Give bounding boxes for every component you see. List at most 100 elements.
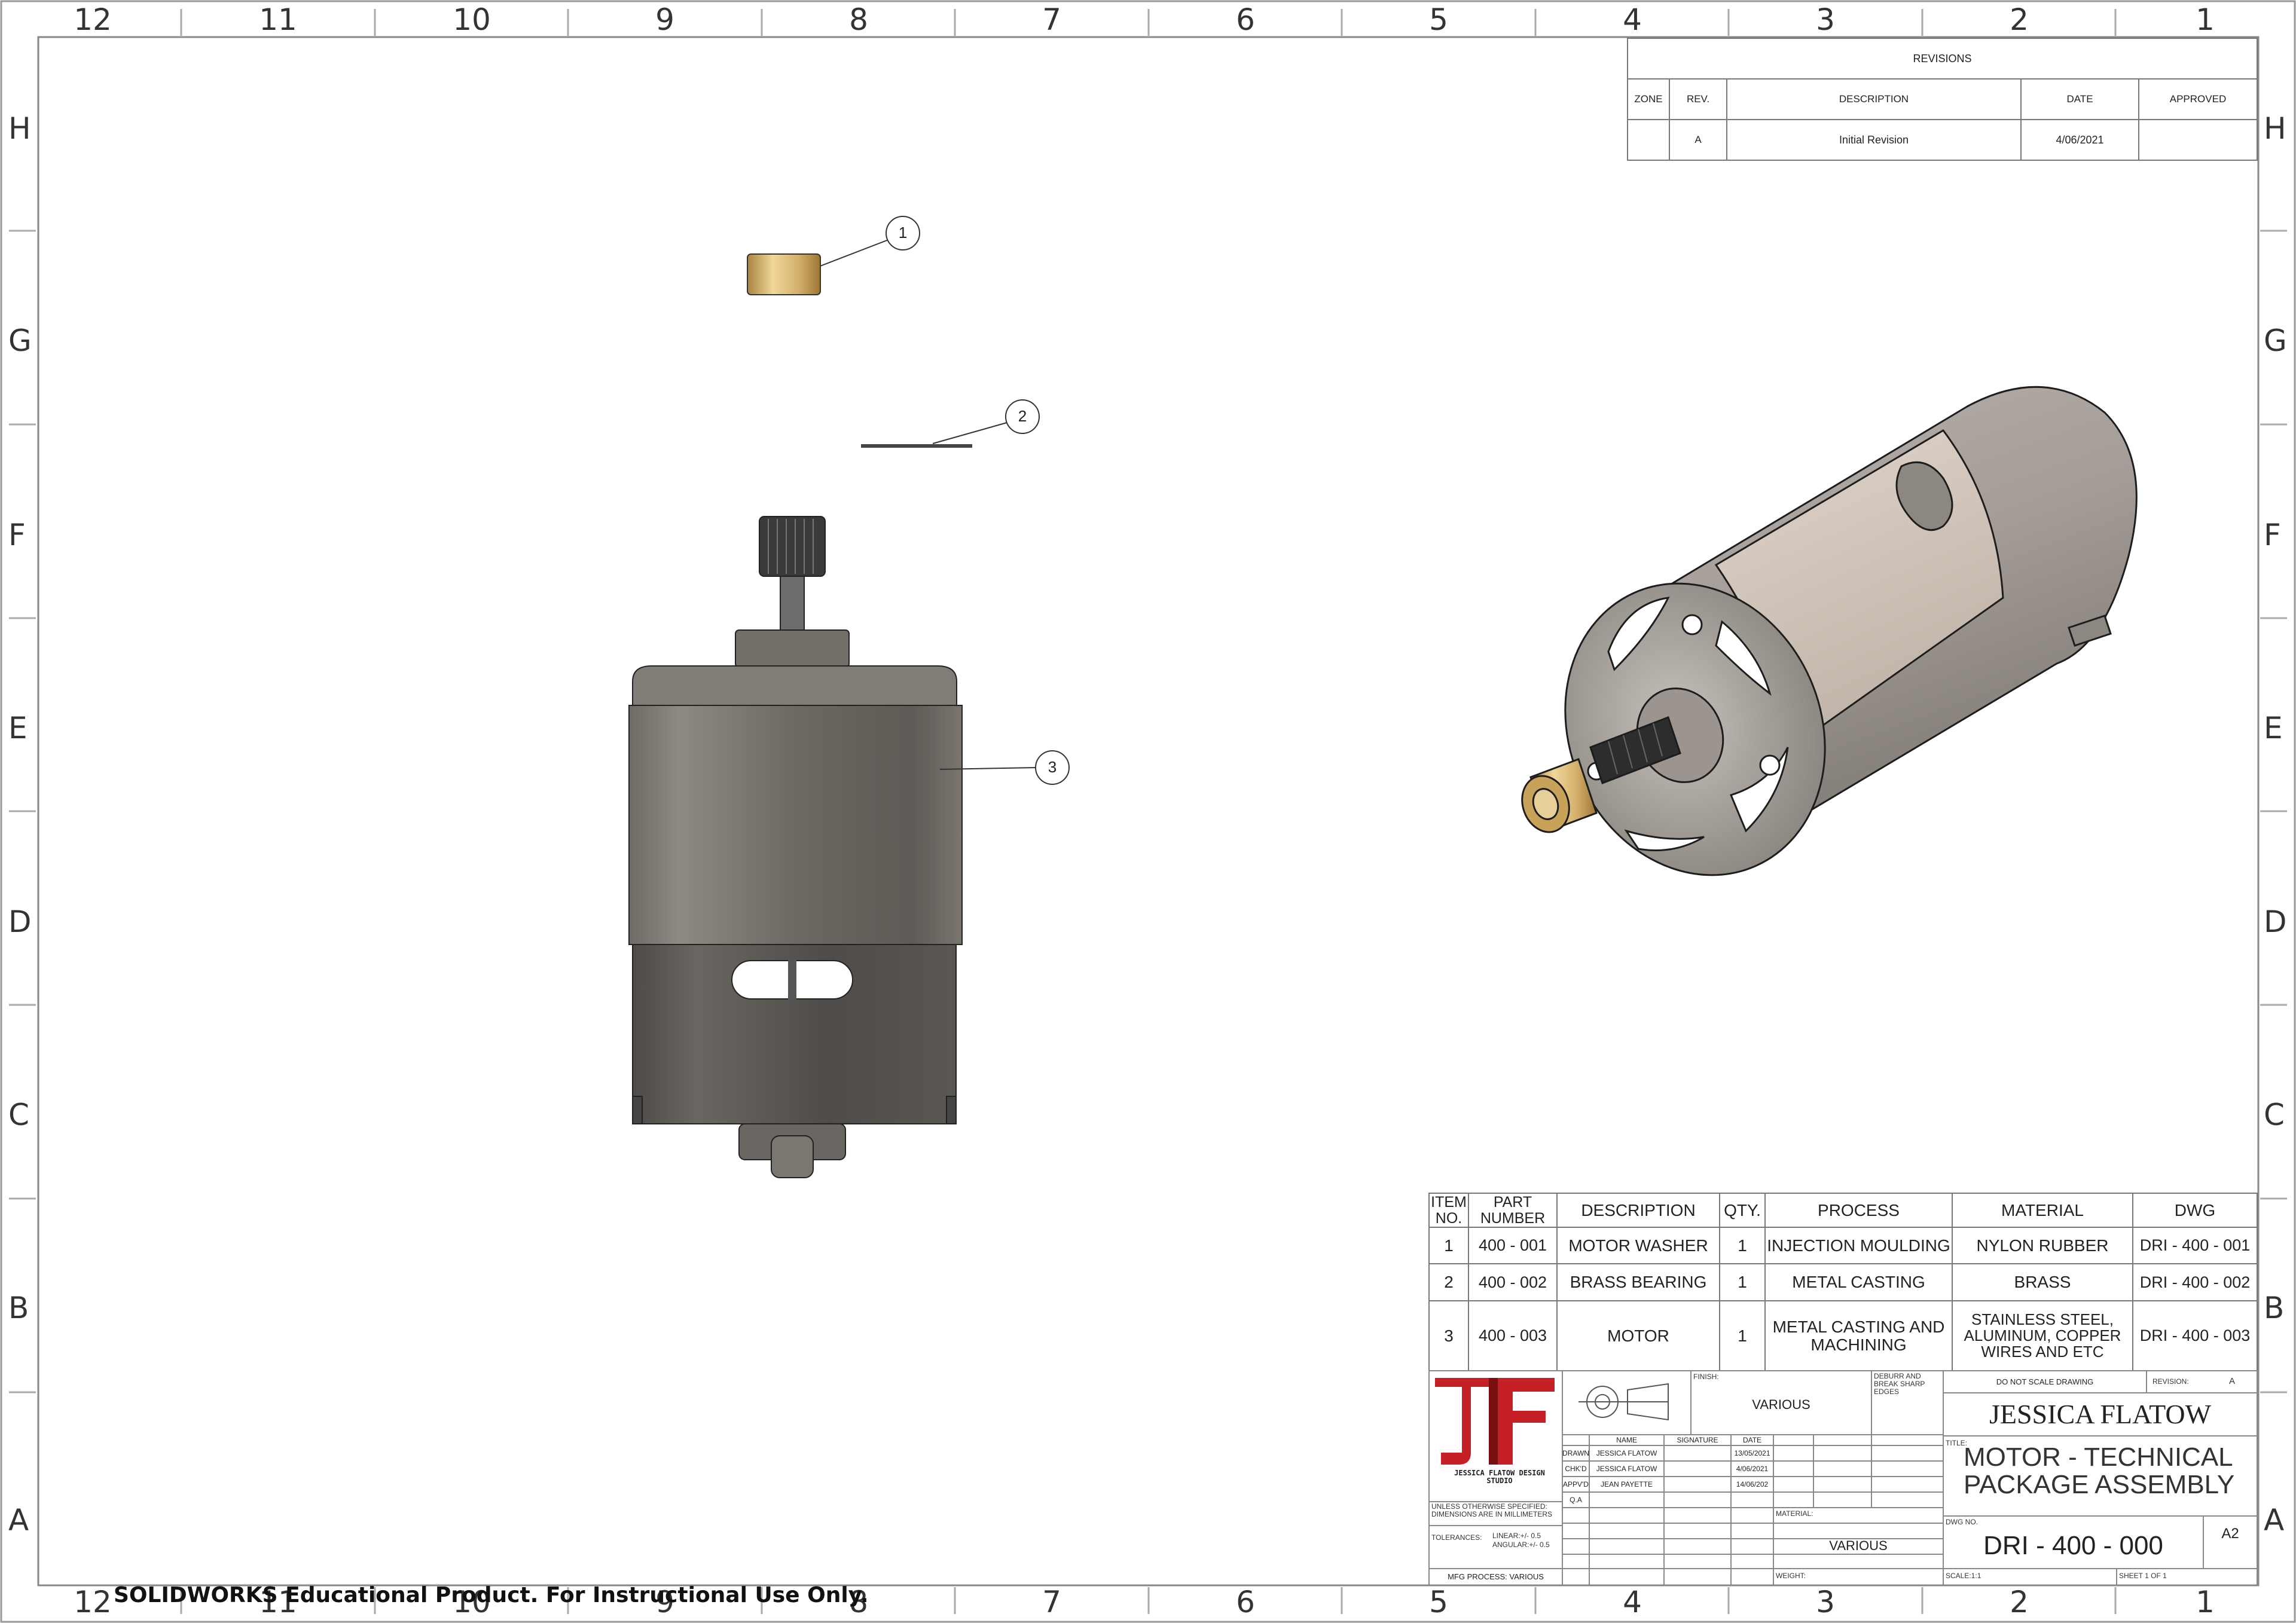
zone-letter-left: G	[8, 323, 32, 358]
zone-letter-left: C	[8, 1098, 29, 1132]
sig-date-checked: 4/06/2021	[1736, 1464, 1769, 1473]
unless-specified-note: UNLESS OTHERWISE SPECIFIED: DIMENSIONS A…	[1431, 1502, 1553, 1519]
zone-letter-left: B	[8, 1291, 29, 1325]
zone-number-bottom: 3	[1816, 1585, 1835, 1619]
tolerance-linear: LINEAR:+/- 0.5	[1492, 1532, 1541, 1540]
revisions-header-date: DATE	[2066, 93, 2093, 105]
sig-header-name: NAME	[1616, 1435, 1637, 1444]
zone-number-bottom: 6	[1236, 1585, 1255, 1619]
revisions-zone-cell	[1628, 120, 1669, 160]
mfg-process: MFG PROCESS: VARIOUS	[1448, 1572, 1544, 1582]
bom-header-qty: QTY.	[1724, 1200, 1761, 1219]
sig-role-checked: CHK'D	[1565, 1464, 1587, 1473]
bom-row-2-description: BRASS BEARING	[1570, 1273, 1707, 1292]
bom-header-dwg: DWG	[2174, 1200, 2216, 1219]
bom-row-3-dwg: DRI - 400 - 003	[2139, 1326, 2251, 1345]
sig-role-drawn: DRAWN	[1562, 1448, 1589, 1457]
bom-header-material: MATERIAL	[2001, 1200, 2084, 1219]
zone-letter-right: D	[2264, 904, 2287, 939]
material-label: MATERIAL:	[1776, 1509, 1813, 1518]
zone-number-bottom: 5	[1429, 1585, 1448, 1619]
bom-header-part: PART NUMBER	[1480, 1194, 1546, 1227]
educational-watermark: SOLIDWORKS Educational Product. For Inst…	[114, 1583, 869, 1607]
balloon-3-label: 3	[1048, 758, 1057, 777]
bom-row-2-item: 2	[1444, 1273, 1454, 1292]
sig-name-qa	[1589, 1492, 1664, 1508]
bom-row-1-process: INJECTION MOULDING	[1767, 1236, 1950, 1255]
sig-header-date: DATE	[1742, 1435, 1762, 1444]
zone-letter-left: F	[8, 518, 26, 552]
revision-label: REVISION:	[2152, 1377, 2189, 1386]
zone-number-top: 10	[453, 2, 491, 37]
zone-number-top: 12	[74, 2, 112, 37]
zone-number-top: 1	[2196, 2, 2215, 37]
sig-date-approved: 14/06/202	[1736, 1480, 1769, 1488]
company-name: JESSICA FLATOW	[1989, 1398, 2212, 1429]
bom-row-2-part: 400 - 002	[1478, 1273, 1547, 1291]
zone-letter-left: H	[8, 111, 31, 146]
bom-row-1-item: 1	[1444, 1236, 1454, 1255]
brass-bearing-part	[747, 253, 821, 295]
zone-number-bottom: 4	[1623, 1585, 1642, 1619]
finish-label: FINISH:	[1693, 1373, 1719, 1381]
motor-part-front-view	[628, 516, 963, 1178]
motor-washer-part	[861, 444, 972, 448]
do-not-scale-note: DO NOT SCALE DRAWING	[1996, 1377, 2094, 1386]
balloon-2-label: 2	[1018, 407, 1027, 426]
revisions-date-cell: 4/06/2021	[2056, 133, 2104, 146]
sig-name-approved: JEAN PAYETTE	[1601, 1480, 1653, 1488]
drawing-sheet: 12 11 10 9 8 7 6 5 4 3 2 1 12 11 10 9 8 …	[0, 0, 2296, 1623]
zone-number-top: 6	[1236, 2, 1255, 37]
bom-row-3-process: METAL CASTING AND MACHINING	[1772, 1318, 1945, 1354]
zone-letter-right: G	[2264, 323, 2287, 358]
zone-number-top: 11	[259, 2, 297, 37]
zone-number-top: 3	[1816, 2, 1835, 37]
weight-label: WEIGHT:	[1776, 1572, 1806, 1580]
sig-date-drawn: 13/05/2021	[1734, 1448, 1770, 1457]
zone-number-bottom: 2	[2010, 1585, 2029, 1619]
bom-row-3-part: 400 - 003	[1478, 1326, 1547, 1345]
scale-label: SCALE:1:1	[1946, 1572, 1981, 1580]
zone-number-top: 2	[2010, 2, 2029, 37]
bom-row-2-process: METAL CASTING	[1792, 1273, 1925, 1292]
revisions-header-rev: REV.	[1686, 93, 1710, 105]
projection-symbol-icon	[1578, 1383, 1669, 1421]
bom-row-3-material: STAINLESS STEEL, ALUMINUM, COPPER WIRES …	[1964, 1310, 2121, 1361]
sig-header-signature: SIGNATURE	[1677, 1435, 1718, 1444]
sig-name-checked: JESSICA FLATOW	[1596, 1464, 1657, 1473]
bom-row-1-dwg: DRI - 400 - 001	[2139, 1236, 2251, 1255]
revisions-description-cell: Initial Revision	[1839, 133, 1909, 146]
bom-row-2-dwg: DRI - 400 - 002	[2139, 1273, 2251, 1291]
sheet-count: SHEET 1 OF 1	[2119, 1572, 2167, 1580]
bom-row-1-description: MOTOR WASHER	[1568, 1236, 1708, 1255]
revisions-approved-cell	[2139, 120, 2257, 160]
zone-letter-right: E	[2264, 711, 2283, 745]
zone-letter-left: D	[8, 904, 32, 939]
studio-name: JESSICA FLATOW DESIGN STUDIO	[1454, 1469, 1545, 1485]
zone-letter-right: C	[2264, 1098, 2285, 1132]
zone-letter-right: A	[2264, 1503, 2285, 1538]
zone-number-top: 7	[1042, 2, 1061, 37]
bom-row-3-description: MOTOR	[1607, 1326, 1669, 1345]
zone-number-bottom: 1	[2196, 1585, 2215, 1619]
studio-logo	[1435, 1378, 1555, 1465]
tolerances-label: TOLERANCES:	[1431, 1533, 1482, 1542]
material-value: VARIOUS	[1829, 1538, 1888, 1554]
finish-value: VARIOUS	[1752, 1397, 1810, 1413]
zone-letter-left: E	[8, 711, 28, 745]
bom-header-description: DESCRIPTION	[1581, 1200, 1696, 1219]
isometric-assembly-view	[1521, 386, 2138, 876]
bom-header-item: ITEM NO.	[1431, 1194, 1467, 1227]
drawing-title-line-2: PACKAGE ASSEMBLY	[1964, 1470, 2235, 1499]
bom-header-process: PROCESS	[1818, 1200, 1900, 1219]
bom-row-1-part: 400 - 001	[1478, 1236, 1547, 1255]
drawing-title-line-1: MOTOR - TECHNICAL	[1964, 1442, 2233, 1472]
sig-name-drawn: JESSICA FLATOW	[1596, 1448, 1657, 1457]
zone-number-top: 9	[655, 2, 674, 37]
revisions-title: REVISIONS	[1913, 52, 1972, 65]
bom-row-1-material: NYLON RUBBER	[1976, 1236, 2109, 1255]
balloon-1-label: 1	[898, 224, 908, 242]
revisions-rev-cell: A	[1694, 134, 1702, 146]
zone-letter-right: F	[2264, 518, 2281, 552]
zone-number-bottom: 12	[74, 1585, 112, 1619]
